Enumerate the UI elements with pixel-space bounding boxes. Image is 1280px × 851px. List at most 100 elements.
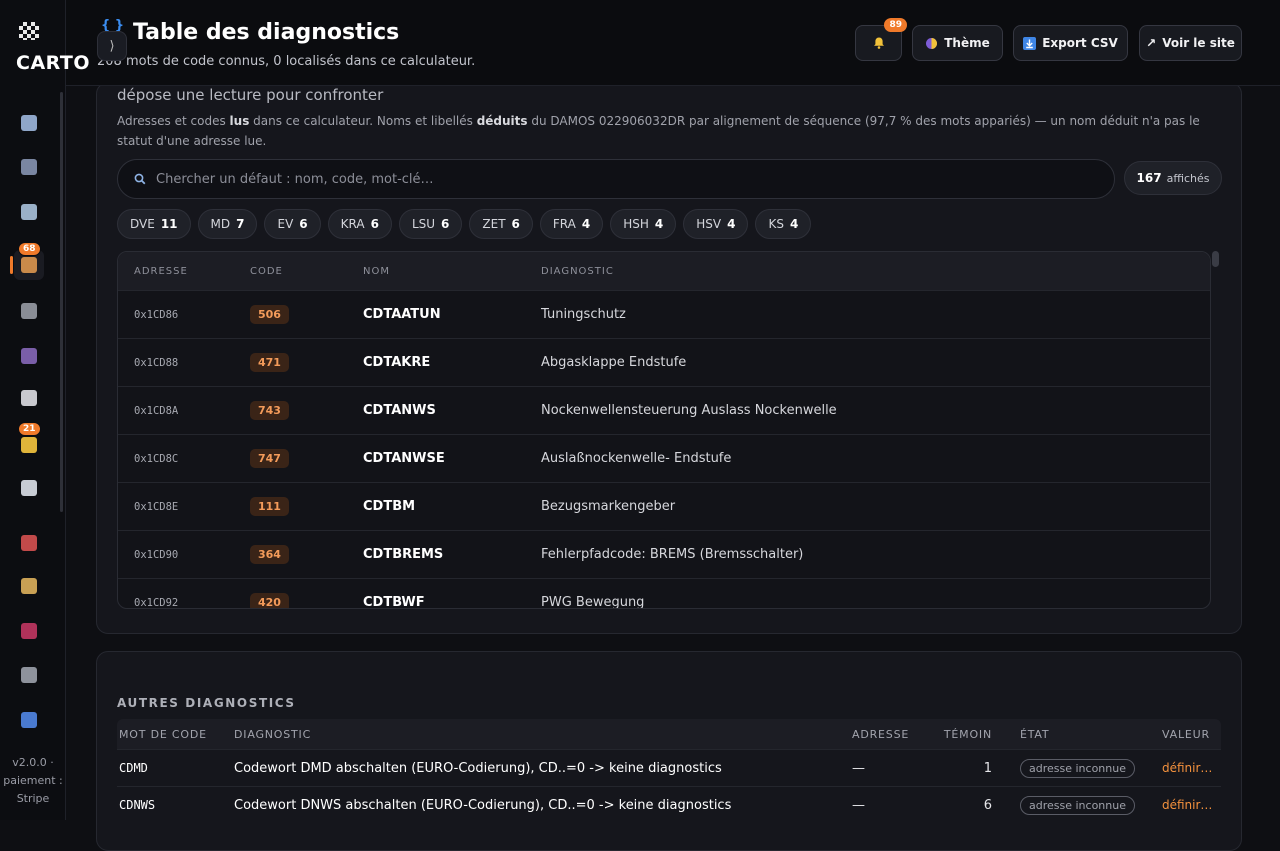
sidebar-item-bar-chart[interactable] [14,108,44,138]
sidebar-badge: 68 [18,242,41,256]
chip-count: 6 [511,217,520,231]
table-row[interactable]: 0x1CD86 506 CDTAATUN Tuningschutz [118,290,1210,338]
sidebar-item-star[interactable]: 21 [14,422,44,460]
sidebar-item-shield[interactable] [14,705,44,735]
chip-count: 6 [299,217,308,231]
filter-chip-dve[interactable]: DVE 11 [117,209,191,239]
row-diagnostic: Fehlerpfadcode: BREMS (Bremsschalter) [541,547,804,562]
filter-chip-md[interactable]: MD 7 [197,209,258,239]
col-diagnostic: DIAGNOSTIC [234,727,312,741]
view-site-button[interactable]: ↗ Voir le site [1139,25,1242,61]
col-etat: ÉTAT [1020,727,1050,741]
filter-chip-hsv[interactable]: HSV 4 [683,209,749,239]
diagnostics-panel: dépose une lecture pour confronter Adres… [96,82,1242,634]
chip-label: KS [768,217,784,231]
half-moon-icon [926,37,938,49]
table-row[interactable]: 0x1CD8A 743 CDTANWS Nockenwellensteuerung A… [118,386,1210,434]
notifications-button[interactable]: 89 [855,18,907,61]
search-input[interactable] [156,171,1056,187]
search-box[interactable] [117,159,1115,199]
row-adresse: 0x1CD90 [134,548,179,561]
row-adresse: — [852,797,865,813]
row-code-cell: 743 [250,401,363,420]
col-diagnostic[interactable]: DIAGNOSTIC [541,266,1210,277]
checkered-flag-icon [19,22,39,40]
row-nom: CDTBM [363,499,416,514]
sidebar-item-package[interactable]: 68 [10,242,44,280]
row-code: 471 [250,353,289,372]
chip-label: FRA [552,217,576,231]
row-diagnostic: Bezugsmarkengeber [541,499,676,514]
col-code[interactable]: CODE [250,266,363,277]
row-diagnostic: Tuningschutz [541,307,626,322]
sidebar-item-tv[interactable] [14,152,44,182]
sidebar-scrollbar[interactable] [60,92,63,512]
sidebar-item-tag[interactable] [14,571,44,601]
filter-chip-ev[interactable]: EV 6 [264,209,321,239]
chip-label: KRA [340,217,365,231]
table-row[interactable]: 0x1CD88 471 CDTAKRE Abgasklappe Endstufe [118,338,1210,386]
row-adresse: 0x1CD92 [134,596,179,609]
drop-hint: dépose une lecture pour confronter [117,86,384,104]
table-row[interactable]: 0x1CD92 420 CDTBWF PWG Bewegung [118,578,1210,609]
row-nom: CDTBREMS [363,547,444,562]
row-diagnostic: Abgasklappe Endstufe [541,355,687,370]
sidebar-item-building[interactable] [14,660,44,690]
table-row[interactable]: 0x1CD8E 111 CDTBM Bezugsmarkengeber [118,482,1210,530]
row-adresse: 0x1CD86 [134,308,179,321]
row-diagnostic: Auslaßnockenwelle- Endstufe [541,451,732,466]
row-nom: CDTBWF [363,595,425,609]
arrow-up-right-icon: ↗ [1146,36,1157,50]
table-body: 0x1CD86 506 CDTAATUN Tuningschutz 0x1CD88 471… [118,290,1210,609]
row-adresse: — [852,760,865,776]
table-scrollbar[interactable] [1212,251,1219,609]
filter-chip-ks[interactable]: KS 4 [755,209,812,239]
star-icon [21,437,37,453]
filter-chip-lsu[interactable]: LSU 6 [398,209,463,239]
filter-chip-fra[interactable]: FRA 4 [539,209,604,239]
theme-button[interactable]: Thème [912,25,1003,61]
robot-icon [21,480,37,496]
row-adresse: 0x1CD8C [134,452,179,465]
chip-label: EV [277,217,294,231]
row-mot: CDMD [119,761,148,775]
col-adresse[interactable]: ADRESSE [118,266,250,277]
collapse-sidebar-button[interactable]: ⟩ [97,31,127,61]
shield-icon [21,712,37,728]
chip-label: ZET [482,217,506,231]
define-value-link[interactable]: définir… [1162,798,1220,812]
plug-icon [21,303,37,319]
chip-count: 4 [727,217,736,231]
sidebar-item-trend-chart[interactable] [14,197,44,227]
sidebar-item-plug[interactable] [14,296,44,326]
sidebar-item-car[interactable] [14,528,44,558]
scroll-thumb[interactable] [1212,251,1219,267]
sidebar-item-chat[interactable] [14,383,44,413]
row-adresse: 0x1CD88 [134,356,179,369]
row-code: 420 [250,593,289,608]
brand-logo[interactable]: CARTO [16,52,90,74]
sidebar-item-robot[interactable] [14,473,44,503]
chip-label: HSH [623,217,649,231]
filter-chip-kra[interactable]: KRA 6 [327,209,392,239]
row-etat: adresse inconnue [1020,758,1135,778]
table-row[interactable]: 0x1CD90 364 CDTBREMS Fehlerpfadcode: BREMS … [118,530,1210,578]
sidebar: CARTO 68 21 v2.0.0 · paiement : Stripe [0,0,90,820]
sidebar-item-ticket[interactable] [14,616,44,646]
filter-chip-hsh[interactable]: HSH 4 [610,209,677,239]
tv-icon [21,159,37,175]
building-icon [21,667,37,683]
table-row[interactable]: 0x1CD8C 747 CDTANWSE Auslaßnockenwelle- End… [118,434,1210,482]
chip-label: DVE [130,217,155,231]
export-csv-button[interactable]: Export CSV [1013,25,1128,61]
define-value-link[interactable]: définir… [1162,761,1220,775]
displayed-count: 167 [1136,171,1162,185]
view-site-label: Voir le site [1162,36,1235,50]
table-row: CDMD Codewort DMD abschalten (EURO-Codier… [117,749,1221,786]
sidebar-item-users[interactable] [14,341,44,371]
chip-label: LSU [411,217,436,231]
row-diagnostic: Codewort DMD abschalten (EURO-Codierung)… [234,760,722,776]
col-nom[interactable]: NOM [363,266,541,277]
row-temoin: 1 [983,760,992,776]
filter-chip-zet[interactable]: ZET 6 [469,209,533,239]
